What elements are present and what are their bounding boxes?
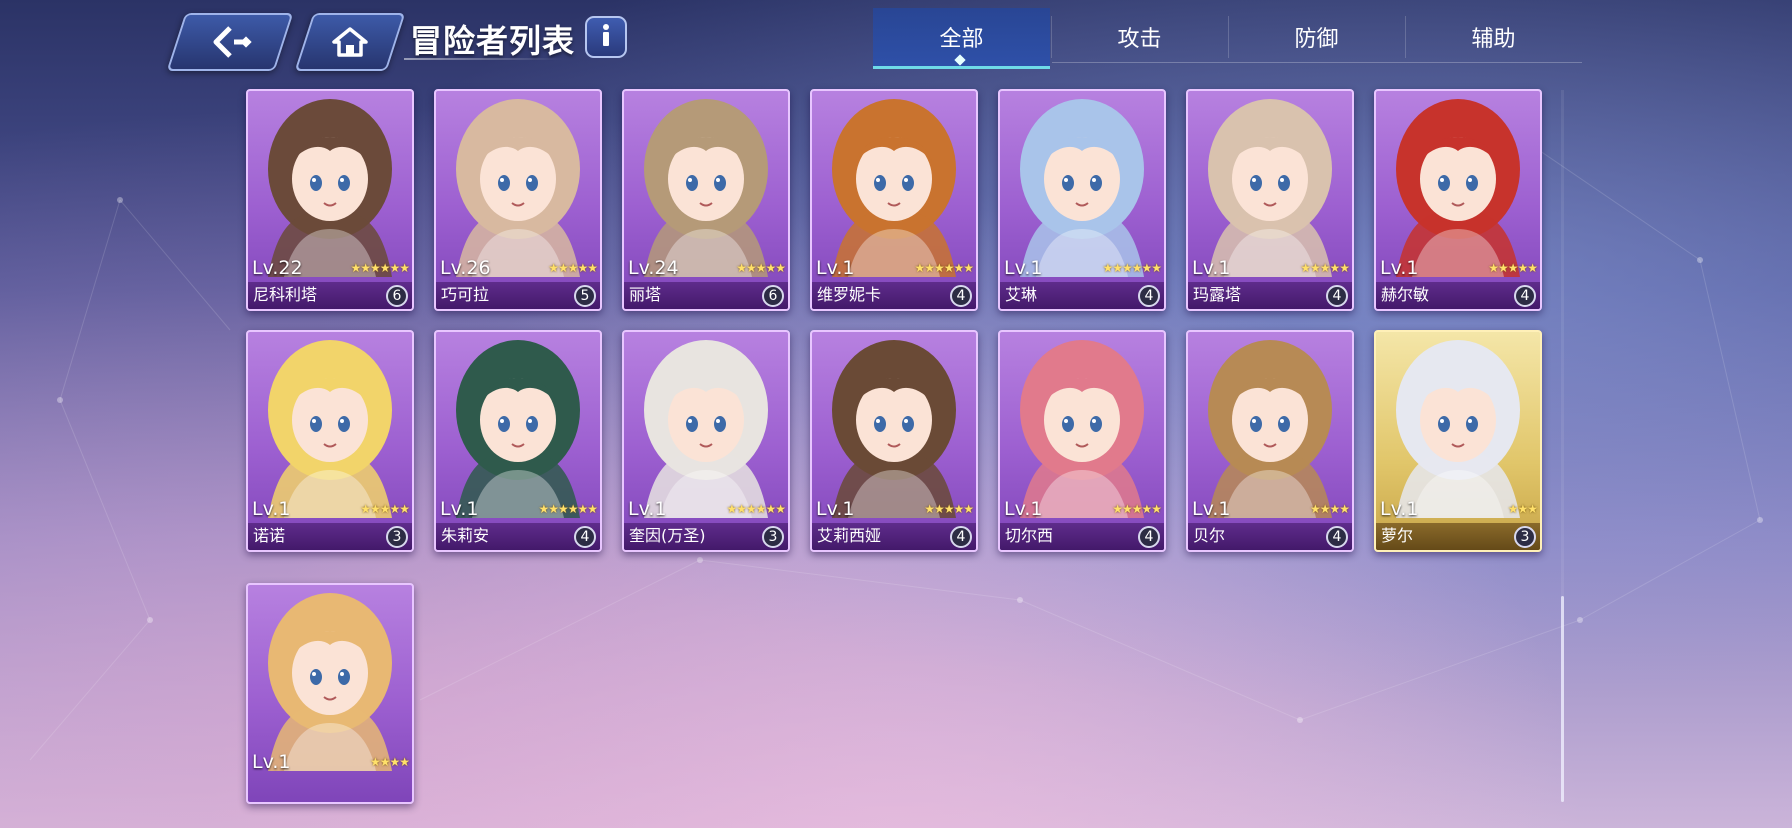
adventurer-card[interactable]: Lv.1 ★★★★★ 玛露塔 4 (1186, 89, 1354, 311)
portrait-image (268, 99, 392, 277)
rank-badge: 3 (386, 526, 408, 548)
adventurer-card[interactable]: Lv.26 ★★★★★ 巧可拉 5 (434, 89, 602, 311)
portrait-image (644, 99, 768, 277)
level-label: Lv.1 (1004, 498, 1043, 520)
adventurer-name: 尼科利塔 (253, 285, 318, 304)
portrait-image (268, 340, 392, 518)
portrait-image (644, 340, 768, 518)
star-rating: ★★★★★★ (350, 261, 410, 275)
star-rating: ★★★★★ (924, 502, 974, 516)
level-label: Lv.1 (252, 751, 291, 773)
rank-badge: 4 (950, 526, 972, 548)
star-rating: ★★★★★ (1488, 261, 1538, 275)
adventurer-name: 切尔西 (1005, 526, 1054, 545)
rank-badge: 4 (1138, 526, 1160, 548)
adventurer-name: 巧可拉 (441, 285, 490, 304)
star-rating: ★★★★★ (736, 261, 786, 275)
adventurer-card[interactable]: Lv.1 ★★★★★★ 维罗妮卡 4 (810, 89, 978, 311)
star-rating: ★★★★★ (1112, 502, 1162, 516)
rank-badge: 4 (950, 285, 972, 307)
level-label: Lv.22 (252, 257, 303, 279)
portrait-image (1020, 340, 1144, 518)
scrollbar[interactable] (1561, 596, 1564, 802)
adventurer-name: 维罗妮卡 (817, 285, 882, 304)
rank-badge: 4 (1326, 285, 1348, 307)
adventurer-name: 朱莉安 (441, 526, 490, 545)
rank-badge: 6 (386, 285, 408, 307)
adventurer-card[interactable]: Lv.1 ★★★★★ 切尔西 4 (998, 330, 1166, 552)
portrait-image (268, 593, 392, 771)
rank-badge: 4 (1326, 526, 1348, 548)
adventurer-name: 诺诺 (253, 526, 286, 545)
adventurer-card[interactable]: Lv.1 ★★★★★★ 奎因(万圣) 3 (622, 330, 790, 552)
rank-badge: 3 (762, 526, 784, 548)
portrait-image (1208, 340, 1332, 518)
portrait-image (1396, 99, 1520, 277)
adventurer-card[interactable]: Lv.1 ★★★★★ 艾莉西娅 4 (810, 330, 978, 552)
level-label: Lv.1 (1192, 257, 1231, 279)
level-label: Lv.1 (1380, 257, 1419, 279)
adventurer-card[interactable]: Lv.1 ★★★★★ 赫尔敏 4 (1374, 89, 1542, 311)
star-rating: ★★★★★★ (726, 502, 786, 516)
star-rating: ★★★★★★ (1102, 261, 1162, 275)
rank-badge: 3 (1514, 526, 1536, 548)
portrait-image (832, 99, 956, 277)
portrait-image (456, 99, 580, 277)
rank-badge: 5 (574, 285, 596, 307)
adventurer-card[interactable]: Lv.1 ★★★★★★ 朱莉安 4 (434, 330, 602, 552)
adventurer-card[interactable]: Lv.1 ★★★★★ 诺诺 3 (246, 330, 414, 552)
level-label: Lv.1 (1004, 257, 1043, 279)
adventurer-name: 玛露塔 (1193, 285, 1242, 304)
portrait-image (1208, 99, 1332, 277)
adventurer-name: 贝尔 (1193, 526, 1226, 545)
portrait-image (456, 340, 580, 518)
adventurer-name: 萝尔 (1381, 526, 1414, 545)
portrait-image (832, 340, 956, 518)
level-label: Lv.26 (440, 257, 491, 279)
adventurer-card[interactable]: Lv.1 ★★★★ 贝尔 4 (1186, 330, 1354, 552)
star-rating: ★★★★★ (1300, 261, 1350, 275)
rank-badge: 4 (1138, 285, 1160, 307)
star-rating: ★★★★ (1309, 502, 1350, 516)
adventurer-card[interactable]: Lv.24 ★★★★★ 丽塔 6 (622, 89, 790, 311)
adventurer-name: 艾莉西娅 (817, 526, 882, 545)
adventurer-name: 奎因(万圣) (629, 526, 706, 545)
star-rating: ★★★ (1507, 502, 1538, 516)
level-label: Lv.1 (252, 498, 291, 520)
adventurer-name: 艾琳 (1005, 285, 1038, 304)
level-label: Lv.24 (628, 257, 679, 279)
portrait-image (1020, 99, 1144, 277)
star-rating: ★★★★★★ (914, 261, 974, 275)
adventurer-card[interactable]: Lv.1 ★★★ 萝尔 3 (1374, 330, 1542, 552)
level-label: Lv.1 (1192, 498, 1231, 520)
level-label: Lv.1 (1380, 498, 1419, 520)
level-label: Lv.1 (440, 498, 479, 520)
level-label: Lv.1 (816, 257, 855, 279)
rank-badge: 6 (762, 285, 784, 307)
star-rating: ★★★★ (369, 755, 410, 769)
adventurer-grid: Lv.22 ★★★★★★ 尼科利塔 6 Lv.26 ★★★★★ 巧可拉 5 Lv.24 ★★★★★… (0, 0, 1792, 828)
star-rating: ★★★★★ (360, 502, 410, 516)
adventurer-name: 丽塔 (629, 285, 662, 304)
adventurer-card[interactable]: Lv.22 ★★★★★★ 尼科利塔 6 (246, 89, 414, 311)
rank-badge: 4 (1514, 285, 1536, 307)
star-rating: ★★★★★★ (538, 502, 598, 516)
portrait-image (1396, 340, 1520, 518)
adventurer-card[interactable]: Lv.1 ★★★★★★ 艾琳 4 (998, 89, 1166, 311)
adventurer-name: 赫尔敏 (1381, 285, 1430, 304)
star-rating: ★★★★★ (548, 261, 598, 275)
adventurer-card[interactable]: Lv.1 ★★★★ (246, 583, 414, 804)
level-label: Lv.1 (628, 498, 667, 520)
level-label: Lv.1 (816, 498, 855, 520)
rank-badge: 4 (574, 526, 596, 548)
